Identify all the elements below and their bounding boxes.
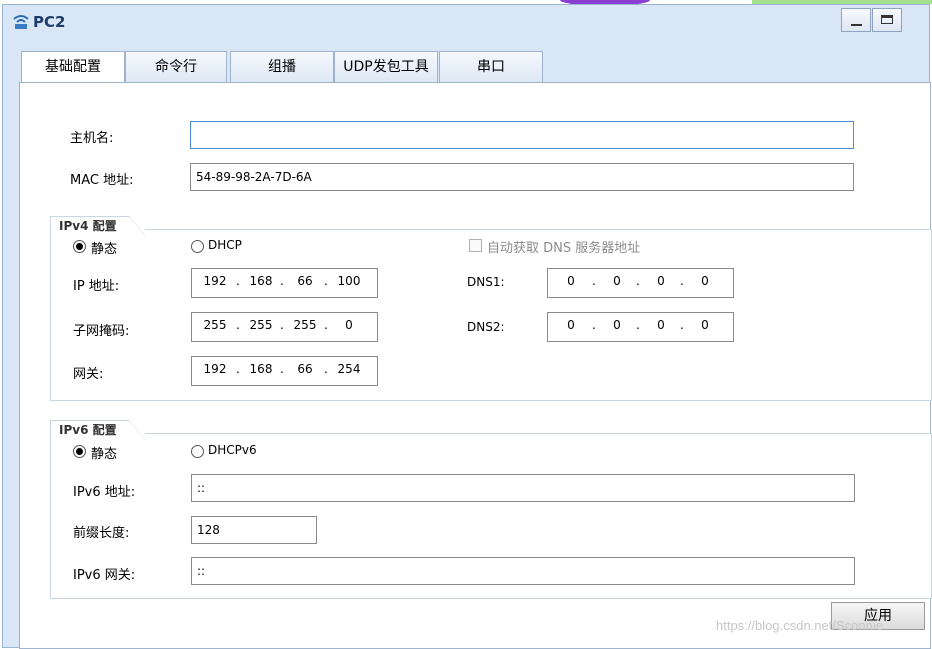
ipv4-config-group: IPv4 配置 静态 DHCP 自动获取 DNS 服务器地址 IP 地址: 19… [50, 216, 932, 401]
dns1-octet: 0 [613, 274, 621, 288]
ipv6-gateway-label: IPv6 网关: [73, 568, 136, 583]
gateway-octet: 66 [297, 362, 313, 376]
dns2-octet: 0 [613, 318, 621, 332]
ipv6-group-title: IPv6 配置 [50, 420, 131, 441]
dns-auto-label: 自动获取 DNS 服务器地址 [487, 241, 641, 256]
dns1-octet: 0 [567, 274, 575, 288]
ipv6-dhcp-radio[interactable] [191, 445, 204, 458]
ip-dot: . [324, 362, 328, 376]
ipv4-static-label: 静态 [91, 242, 118, 257]
dns1-octet: 0 [657, 274, 665, 288]
gateway-field[interactable]: 192 . 168 . 66 . 254 [191, 356, 378, 386]
ipv4-group-title: IPv4 配置 [50, 216, 131, 237]
ip-octet: 168 [249, 274, 273, 288]
tab-basic-config[interactable]: 基础配置 [21, 51, 125, 84]
ip-dot: . [636, 274, 640, 288]
group-tab-notch [129, 420, 145, 440]
pc-config-window: PC2 基础配置 命令行 组播 UDP发包工具 串口 主机名: MAC 地址: … [2, 4, 932, 649]
ipv6-dhcp-label: DHCPv6 [208, 443, 257, 457]
window-title: PC2 [33, 13, 66, 31]
gateway-octet: 168 [249, 362, 273, 376]
mask-octet: 255 [203, 318, 227, 332]
ip-dot: . [680, 274, 684, 288]
subnet-mask-field[interactable]: 255 . 255 . 255 . 0 [191, 312, 378, 342]
prefix-length-field[interactable] [191, 516, 317, 544]
ip-dot: . [280, 274, 284, 288]
prefix-length-label: 前缀长度: [73, 526, 130, 541]
ip-dot: . [236, 274, 240, 288]
ipv6-gateway-field[interactable] [191, 557, 855, 585]
tab-serial[interactable]: 串口 [439, 51, 543, 83]
ip-octet: 192 [203, 274, 227, 288]
ipv6-static-radio[interactable] [73, 445, 86, 458]
ip-dot: . [324, 274, 328, 288]
mask-octet: 0 [345, 318, 353, 332]
hostname-input[interactable] [190, 121, 854, 149]
dns-auto-checkbox[interactable] [469, 239, 482, 252]
gateway-label: 网关: [73, 367, 104, 382]
ip-dot: . [280, 318, 284, 332]
gateway-octet: 254 [337, 362, 361, 376]
pc-app-icon [13, 15, 29, 29]
maximize-button[interactable] [872, 8, 902, 32]
dns1-label: DNS1: [467, 275, 505, 289]
minimize-button[interactable] [841, 8, 871, 32]
ipv4-static-radio[interactable] [73, 240, 86, 253]
ipv4-dhcp-label: DHCP [208, 238, 242, 252]
dns1-octet: 0 [701, 274, 709, 288]
title-bar[interactable]: PC2 [3, 5, 929, 37]
hostname-label: 主机名: [70, 131, 114, 146]
dns2-octet: 0 [701, 318, 709, 332]
dns2-field[interactable]: 0 . 0 . 0 . 0 [547, 312, 734, 342]
ipv6-address-field[interactable] [191, 474, 855, 502]
ip-dot: . [236, 362, 240, 376]
tab-udp-tool[interactable]: UDP发包工具 [334, 51, 438, 83]
watermark: https://blog.csdn.net/Sconnie [716, 618, 883, 633]
ip-dot: . [280, 362, 284, 376]
ipv6-address-label: IPv6 地址: [73, 485, 136, 500]
ip-dot: . [324, 318, 328, 332]
ip-dot: . [592, 274, 596, 288]
ip-address-field[interactable]: 192 . 168 . 66 . 100 [191, 268, 378, 298]
ip-dot: . [680, 318, 684, 332]
basic-config-panel: 主机名: MAC 地址: IPv4 配置 静态 DHCP 自动获取 DNS 服务… [19, 82, 932, 649]
tab-multicast[interactable]: 组播 [230, 51, 334, 83]
mask-octet: 255 [293, 318, 317, 332]
dns1-field[interactable]: 0 . 0 . 0 . 0 [547, 268, 734, 298]
group-tab-notch [129, 216, 145, 236]
tab-command-line[interactable]: 命令行 [125, 51, 227, 83]
maximize-icon [881, 15, 893, 24]
ip-octet: 100 [337, 274, 361, 288]
dns2-label: DNS2: [467, 320, 505, 334]
ip-dot: . [636, 318, 640, 332]
ip-address-label: IP 地址: [73, 279, 120, 294]
ip-dot: . [592, 318, 596, 332]
ipv6-config-group: IPv6 配置 静态 DHCPv6 IPv6 地址: 前缀长度: IPv6 网关… [50, 420, 932, 599]
ip-dot: . [236, 318, 240, 332]
ipv6-static-label: 静态 [91, 447, 118, 462]
ipv4-dhcp-radio[interactable] [191, 240, 204, 253]
gateway-octet: 192 [203, 362, 227, 376]
dns2-octet: 0 [657, 318, 665, 332]
ip-octet: 66 [297, 274, 313, 288]
subnet-mask-label: 子网掩码: [73, 324, 130, 339]
dns2-octet: 0 [567, 318, 575, 332]
mac-address-field[interactable] [190, 163, 854, 191]
mac-label: MAC 地址: [70, 173, 134, 188]
minimize-icon [851, 24, 862, 26]
mask-octet: 255 [249, 318, 273, 332]
